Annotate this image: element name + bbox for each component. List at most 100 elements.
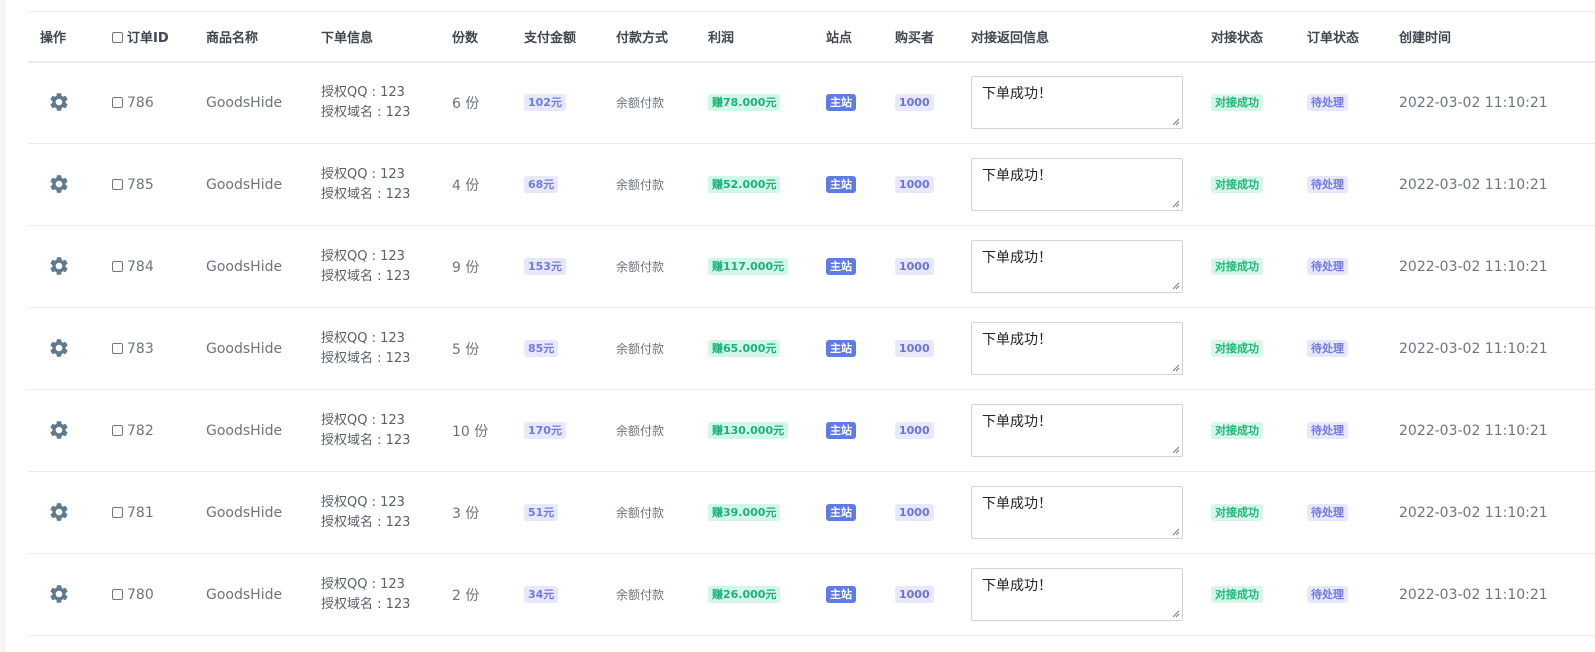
created-time: 2022-03-02 11:10:21 bbox=[1399, 94, 1548, 111]
response-text: 下单成功！ bbox=[982, 332, 1052, 348]
cell-created: 2022-03-02 11:10:21 bbox=[1387, 226, 1595, 308]
order-id: 785 bbox=[127, 176, 154, 193]
product-name: GoodsHide bbox=[206, 258, 283, 275]
profit-badge: 赚78.000元 bbox=[708, 94, 781, 112]
dock-status-badge: 对接成功 bbox=[1211, 94, 1263, 112]
table-header-row: 操作 订单ID 商品名称 下单信息 份数 支付金额 付款方式 利润 站点 购买者… bbox=[28, 11, 1595, 62]
col-header-qty: 份数 bbox=[452, 30, 479, 46]
order-status-badge: 待处理 bbox=[1307, 94, 1348, 112]
cell-order-id: 780 bbox=[100, 554, 194, 636]
amount-badge: 102元 bbox=[524, 94, 566, 112]
cell-pay-method: 余额付款 bbox=[604, 472, 696, 554]
pay-method: 余额付款 bbox=[616, 588, 665, 602]
col-header-site: 站点 bbox=[826, 30, 853, 46]
order-id: 782 bbox=[127, 422, 154, 439]
cell-amount: 34元 bbox=[512, 554, 604, 636]
response-textarea[interactable]: 下单成功！ bbox=[971, 404, 1183, 457]
cell-qty: 5 份 bbox=[440, 308, 512, 390]
order-id: 783 bbox=[127, 340, 154, 357]
row-checkbox[interactable] bbox=[112, 342, 123, 354]
cell-amount: 170元 bbox=[512, 390, 604, 472]
cell-product: GoodsHide bbox=[194, 554, 309, 636]
cell-response: 下单成功！ bbox=[959, 144, 1199, 226]
order-info-qq: 授权QQ : 123 bbox=[321, 248, 405, 264]
response-textarea[interactable]: 下单成功！ bbox=[971, 322, 1183, 375]
resize-handle-icon[interactable] bbox=[1172, 200, 1180, 208]
cell-qty: 3 份 bbox=[440, 472, 512, 554]
order-info-qq: 授权QQ : 123 bbox=[321, 166, 405, 182]
pay-method: 余额付款 bbox=[616, 506, 665, 520]
cell-site: 主站 bbox=[814, 308, 883, 390]
buyer-badge: 1000 bbox=[895, 176, 934, 193]
cell-response: 下单成功！ bbox=[959, 390, 1199, 472]
col-header-order-status: 订单状态 bbox=[1307, 30, 1360, 46]
order-info-domain: 授权域名 : 123 bbox=[321, 432, 411, 448]
cell-buyer: 1000 bbox=[883, 308, 959, 390]
cell-order-id: 783 bbox=[100, 308, 194, 390]
cell-order-id: 786 bbox=[100, 62, 194, 144]
cell-dock-status: 对接成功 bbox=[1199, 472, 1295, 554]
cell-site: 主站 bbox=[814, 554, 883, 636]
col-header-dock-status: 对接状态 bbox=[1211, 30, 1264, 46]
cell-order-info: 授权QQ : 123 授权域名 : 123 bbox=[309, 390, 440, 472]
cell-profit: 赚130.000元 bbox=[696, 390, 814, 472]
cell-order-status: 待处理 bbox=[1295, 472, 1387, 554]
cell-qty: 2 份 bbox=[440, 554, 512, 636]
product-name: GoodsHide bbox=[206, 422, 283, 439]
quantity: 10 份 bbox=[452, 423, 489, 440]
cell-product: GoodsHide bbox=[194, 308, 309, 390]
gear-icon[interactable] bbox=[48, 337, 70, 359]
cell-dock-status: 对接成功 bbox=[1199, 308, 1295, 390]
response-textarea[interactable]: 下单成功！ bbox=[971, 568, 1183, 621]
amount-badge: 85元 bbox=[524, 340, 559, 357]
quantity: 5 份 bbox=[452, 341, 480, 358]
gear-icon[interactable] bbox=[48, 255, 70, 277]
cell-site: 主站 bbox=[814, 226, 883, 308]
quantity: 3 份 bbox=[452, 505, 480, 522]
row-checkbox[interactable] bbox=[112, 506, 123, 518]
resize-handle-icon[interactable] bbox=[1172, 528, 1180, 536]
cell-site: 主站 bbox=[814, 144, 883, 226]
created-time: 2022-03-02 11:10:21 bbox=[1399, 258, 1548, 275]
amount-badge: 153元 bbox=[524, 258, 566, 275]
resize-handle-icon[interactable] bbox=[1172, 446, 1180, 454]
gear-icon[interactable] bbox=[48, 583, 70, 605]
row-checkbox[interactable] bbox=[112, 178, 123, 190]
resize-handle-icon[interactable] bbox=[1172, 282, 1180, 290]
response-textarea[interactable]: 下单成功！ bbox=[971, 486, 1183, 539]
resize-handle-icon[interactable] bbox=[1172, 118, 1180, 126]
gear-icon[interactable] bbox=[48, 501, 70, 523]
response-textarea[interactable]: 下单成功！ bbox=[971, 76, 1183, 130]
cell-dock-status: 对接成功 bbox=[1199, 554, 1295, 636]
response-textarea[interactable]: 下单成功！ bbox=[971, 158, 1183, 211]
product-name: GoodsHide bbox=[206, 340, 283, 357]
cell-created: 2022-03-02 11:10:21 bbox=[1387, 62, 1595, 144]
quantity: 4 份 bbox=[452, 177, 480, 194]
product-name: GoodsHide bbox=[206, 586, 283, 603]
order-info-qq: 授权QQ : 123 bbox=[321, 576, 405, 592]
cell-profit: 赚52.000元 bbox=[696, 144, 814, 226]
product-name: GoodsHide bbox=[206, 504, 283, 521]
quantity: 2 份 bbox=[452, 587, 480, 604]
product-name: GoodsHide bbox=[206, 176, 283, 193]
gear-icon[interactable] bbox=[48, 173, 70, 195]
select-all-checkbox[interactable] bbox=[112, 31, 123, 43]
response-textarea[interactable]: 下单成功！ bbox=[971, 240, 1183, 293]
col-header-amount: 支付金额 bbox=[524, 30, 577, 46]
profit-badge: 赚130.000元 bbox=[708, 422, 789, 439]
row-checkbox[interactable] bbox=[112, 424, 123, 436]
resize-handle-icon[interactable] bbox=[1172, 610, 1180, 618]
response-text: 下单成功！ bbox=[982, 86, 1052, 103]
row-checkbox[interactable] bbox=[112, 96, 123, 108]
cell-buyer: 1000 bbox=[883, 554, 959, 636]
col-header-pay-method: 付款方式 bbox=[616, 30, 669, 46]
table-row: 785 GoodsHide 授权QQ : 123 授权域名 : 123 4 份 … bbox=[28, 144, 1595, 226]
resize-handle-icon[interactable] bbox=[1172, 364, 1180, 372]
row-checkbox[interactable] bbox=[112, 260, 123, 272]
gear-icon[interactable] bbox=[48, 91, 70, 113]
cell-order-status: 待处理 bbox=[1295, 62, 1387, 144]
row-checkbox[interactable] bbox=[112, 588, 123, 600]
cell-action bbox=[28, 62, 100, 144]
created-time: 2022-03-02 11:10:21 bbox=[1399, 176, 1548, 193]
gear-icon[interactable] bbox=[48, 419, 70, 441]
